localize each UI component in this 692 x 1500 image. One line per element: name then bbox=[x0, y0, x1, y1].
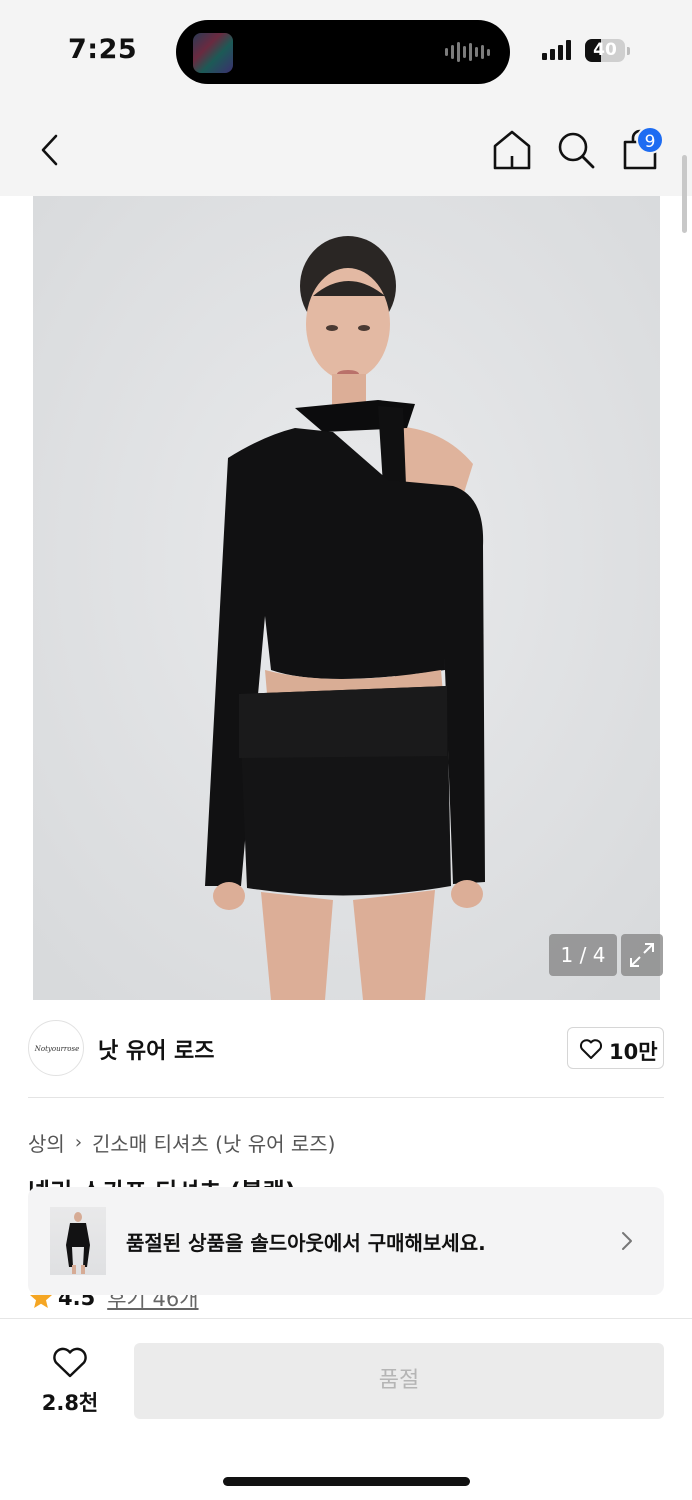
home-icon bbox=[493, 130, 531, 170]
cellular-signal-icon bbox=[542, 40, 571, 60]
banner-product-thumbnail bbox=[50, 1207, 106, 1275]
search-button[interactable] bbox=[556, 128, 596, 172]
brand-like-count: 10만 bbox=[609, 1040, 658, 1064]
chevron-right-icon: › bbox=[74, 1132, 83, 1153]
status-time: 7:25 bbox=[68, 34, 138, 65]
product-image[interactable] bbox=[33, 196, 660, 1000]
brand-row[interactable]: Notyourrose 낫 유어 로즈 10만 bbox=[0, 1000, 692, 1098]
top-nav-bar bbox=[0, 100, 692, 196]
divider bbox=[28, 1097, 664, 1098]
battery-cap bbox=[627, 47, 630, 55]
soldout-banner[interactable]: 품절된 상품을 솔드아웃에서 구매해보세요. bbox=[28, 1187, 664, 1295]
thumbnail-photo bbox=[66, 1212, 90, 1274]
cart-count-badge: 9 bbox=[636, 126, 664, 154]
back-button[interactable] bbox=[34, 130, 66, 170]
breadcrumb-category[interactable]: 상의 bbox=[28, 1128, 65, 1157]
audio-waveform-icon bbox=[445, 42, 490, 62]
brand-like-button[interactable]: 10만 bbox=[567, 1027, 664, 1069]
chevron-right-icon bbox=[622, 1232, 632, 1250]
now-playing-artwork bbox=[193, 33, 233, 73]
heart-icon bbox=[53, 1347, 87, 1378]
image-counter: 1 / 4 bbox=[549, 934, 617, 976]
soldout-button[interactable]: 품절 bbox=[134, 1343, 664, 1419]
dynamic-island[interactable] bbox=[176, 20, 510, 84]
battery-percent: 40 bbox=[593, 40, 617, 60]
chevron-left-icon bbox=[41, 134, 58, 166]
star-icon bbox=[30, 1295, 52, 1308]
brand-name[interactable]: 낫 유어 로즈 bbox=[98, 1033, 215, 1065]
rating-row: 4.5 후기 46개 bbox=[28, 1295, 664, 1315]
wishlist-button[interactable]: 2.8천 bbox=[34, 1345, 106, 1421]
battery-icon: 40 bbox=[585, 39, 625, 62]
brand-logo[interactable]: Notyourrose bbox=[28, 1020, 84, 1076]
scrollbar[interactable] bbox=[682, 155, 687, 233]
rating-value: 4.5 bbox=[58, 1295, 96, 1310]
expand-icon bbox=[630, 943, 654, 967]
soldout-banner-text: 품절된 상품을 솔드아웃에서 구매해보세요. bbox=[126, 1231, 486, 1255]
bottom-action-bar: 2.8천 품절 bbox=[0, 1318, 692, 1500]
wishlist-count: 2.8천 bbox=[41, 1391, 99, 1415]
home-button[interactable] bbox=[492, 128, 532, 172]
product-photo bbox=[33, 196, 660, 1000]
heart-icon bbox=[579, 1039, 603, 1059]
breadcrumb-subcategory[interactable]: 긴소매 티셔츠 (낫 유어 로즈) bbox=[92, 1128, 335, 1157]
search-icon bbox=[558, 132, 595, 169]
brand-logo-text: Notyourrose bbox=[34, 1045, 80, 1053]
reviews-link[interactable]: 후기 46개 bbox=[107, 1295, 198, 1313]
breadcrumb: 상의 › 긴소매 티셔츠 (낫 유어 로즈) bbox=[28, 1128, 335, 1157]
status-bar: 7:25 40 bbox=[0, 0, 692, 100]
fullscreen-button[interactable] bbox=[621, 934, 663, 976]
home-indicator[interactable] bbox=[223, 1477, 470, 1486]
